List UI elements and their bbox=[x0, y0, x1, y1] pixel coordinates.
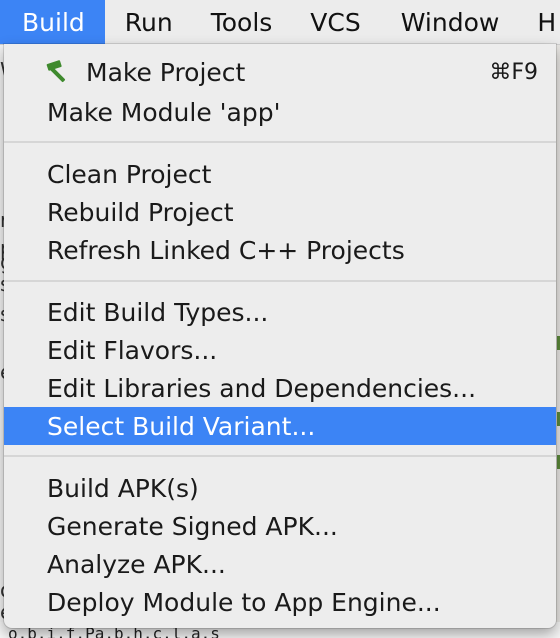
menu-item-label: Rebuild Project bbox=[47, 197, 234, 227]
menu-item-label: Edit Libraries and Dependencies... bbox=[47, 373, 477, 403]
menu-item-build-apk[interactable]: Build APK(s) bbox=[4, 469, 556, 507]
menu-item-label: Select Build Variant... bbox=[47, 411, 316, 441]
menu-item-label: Edit Build Types... bbox=[47, 297, 269, 327]
menu-item-refresh-cpp[interactable]: Refresh Linked C++ Projects bbox=[4, 231, 556, 269]
menu-item-label: Build APK(s) bbox=[47, 473, 199, 503]
menu-item-edit-flavors[interactable]: Edit Flavors... bbox=[4, 331, 556, 369]
menu-build[interactable]: Build bbox=[0, 0, 105, 44]
menu-item-label: Generate Signed APK... bbox=[47, 511, 338, 541]
hammer-icon bbox=[46, 60, 66, 83]
menu-item-analyze-apk[interactable]: Analyze APK... bbox=[4, 545, 556, 583]
menu-item-label: Clean Project bbox=[47, 159, 212, 189]
menu-item-rebuild-project[interactable]: Rebuild Project bbox=[4, 193, 556, 231]
menu-run[interactable]: Run bbox=[105, 0, 173, 44]
menu-item-deploy-app-engine[interactable]: Deploy Module to App Engine... bbox=[4, 583, 556, 621]
menu-separator bbox=[4, 455, 556, 457]
menu-item-make-project[interactable]: Make Project ⌘F9 bbox=[4, 53, 556, 91]
menu-separator bbox=[4, 280, 556, 282]
menu-item-label: Analyze APK... bbox=[47, 549, 226, 579]
menu-separator bbox=[4, 141, 556, 143]
menu-item-select-build-variant[interactable]: Select Build Variant... bbox=[4, 407, 556, 445]
menu-item-label: Make Module 'app' bbox=[47, 97, 281, 127]
menu-tools[interactable]: Tools bbox=[173, 0, 273, 44]
menu-window[interactable]: Window bbox=[361, 0, 500, 44]
menu-item-label: Refresh Linked C++ Projects bbox=[47, 235, 405, 265]
menu-bar: Build Run Tools VCS Window H bbox=[0, 0, 560, 45]
menu-vcs[interactable]: VCS bbox=[272, 0, 360, 44]
menu-item-generate-signed-apk[interactable]: Generate Signed APK... bbox=[4, 507, 556, 545]
menu-item-edit-build-types[interactable]: Edit Build Types... bbox=[4, 293, 556, 331]
screen: W r p g s s e o e o.b.i.f.Pa.b.h.c.l.a.s… bbox=[0, 0, 560, 638]
build-menu-dropdown: Make Project ⌘F9 Make Module 'app' Clean… bbox=[4, 44, 556, 628]
menu-item-label: Edit Flavors... bbox=[47, 335, 218, 365]
menu-item-make-module[interactable]: Make Module 'app' bbox=[4, 93, 556, 131]
menu-item-label: Deploy Module to App Engine... bbox=[47, 587, 441, 617]
menu-item-edit-libraries[interactable]: Edit Libraries and Dependencies... bbox=[4, 369, 556, 407]
shortcut-label: ⌘F9 bbox=[489, 59, 538, 85]
menu-help[interactable]: H bbox=[499, 0, 556, 44]
menu-item-clean-project[interactable]: Clean Project bbox=[4, 155, 556, 193]
menu-item-label: Make Project bbox=[86, 57, 246, 87]
